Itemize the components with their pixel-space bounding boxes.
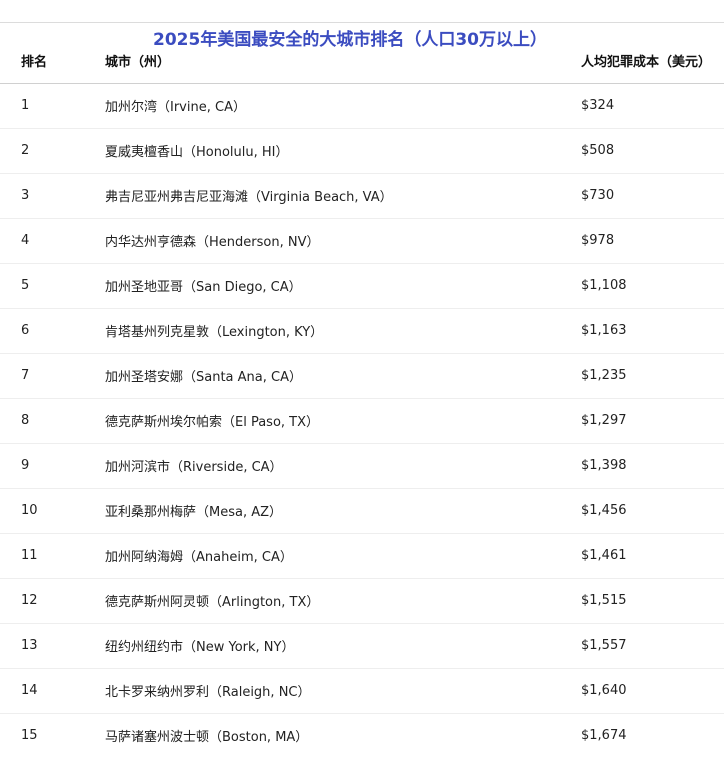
cell-rank: 2 — [0, 128, 104, 174]
cell-city: 德克萨斯州阿灵顿（Arlington, TX） — [104, 578, 580, 624]
table-row: 4 内华达州亨德森（Henderson, NV） $978 — [0, 218, 724, 264]
table-row: 7 加州圣塔安娜（Santa Ana, CA） $1,235 — [0, 353, 724, 399]
cell-city: 加州河滨市（Riverside, CA） — [104, 443, 580, 489]
cell-rank: 3 — [0, 173, 104, 219]
ranking-table: 排名 城市（州） 人均犯罪成本（美元） 1 加州尔湾（Irvine, CA） $… — [0, 38, 724, 758]
cell-cost: $1,640 — [580, 668, 724, 714]
cell-city: 加州圣地亚哥（San Diego, CA） — [104, 263, 580, 309]
table-row: 5 加州圣地亚哥（San Diego, CA） $1,108 — [0, 263, 724, 309]
cell-rank: 14 — [0, 668, 104, 714]
cell-rank: 12 — [0, 578, 104, 624]
cell-city: 马萨诸塞州波士顿（Boston, MA） — [105, 730, 309, 746]
table-row: 6 肯塔基州列克星敦（Lexington, KY） $1,163 — [0, 308, 724, 354]
cell-city: 内华达州亨德森（Henderson, NV） — [104, 218, 580, 264]
cell-city: 夏威夷檀香山（Honolulu, HI） — [104, 128, 580, 174]
cell-rank: 6 — [0, 308, 104, 354]
cell-rank: 15 — [21, 728, 38, 744]
cell-rank: 4 — [0, 218, 104, 264]
cell-rank: 11 — [0, 533, 104, 579]
cell-cost: $978 — [580, 218, 724, 264]
top-divider — [0, 22, 724, 23]
cell-city: 弗吉尼亚州弗吉尼亚海滩（Virginia Beach, VA） — [104, 173, 580, 219]
cell-rank: 5 — [0, 263, 104, 309]
table-row: 11 加州阿纳海姆（Anaheim, CA） $1,461 — [0, 533, 724, 579]
table-row: 9 加州河滨市（Riverside, CA） $1,398 — [0, 443, 724, 489]
cell-city: 纽约州纽约市（New York, NY） — [104, 623, 580, 669]
cell-city: 肯塔基州列克星敦（Lexington, KY） — [104, 308, 580, 354]
cell-rank: 10 — [0, 488, 104, 534]
cell-rank: 1 — [0, 83, 104, 129]
cell-cost: $1,674 — [581, 728, 627, 744]
page-title: 2025年美国最安全的大城市排名（人口30万以上） — [153, 30, 547, 50]
cell-cost: $1,163 — [580, 308, 724, 354]
table-row: 14 北卡罗来纳州罗利（Raleigh, NC） $1,640 — [0, 668, 724, 714]
cell-cost: $730 — [580, 173, 724, 219]
cell-cost: $1,108 — [580, 263, 724, 309]
table-row: 1 加州尔湾（Irvine, CA） $324 — [0, 83, 724, 129]
cell-rank: 7 — [0, 353, 104, 399]
cell-city: 加州阿纳海姆（Anaheim, CA） — [104, 533, 580, 579]
cell-cost: $324 — [580, 83, 724, 129]
table-row: 10 亚利桑那州梅萨（Mesa, AZ） $1,456 — [0, 488, 724, 534]
cell-cost: $1,557 — [580, 623, 724, 669]
table-row: 3 弗吉尼亚州弗吉尼亚海滩（Virginia Beach, VA） $730 — [0, 173, 724, 219]
table-row: 15 马萨诸塞州波士顿（Boston, MA） $1,674 — [0, 713, 724, 758]
cell-cost: $508 — [580, 128, 724, 174]
cell-cost: $1,515 — [580, 578, 724, 624]
cell-cost: $1,235 — [580, 353, 724, 399]
cell-rank: 8 — [0, 398, 104, 444]
cell-city: 加州尔湾（Irvine, CA） — [104, 83, 580, 129]
cell-city: 德克萨斯州埃尔帕索（El Paso, TX） — [104, 398, 580, 444]
cell-city: 加州圣塔安娜（Santa Ana, CA） — [104, 353, 580, 399]
cell-rank: 9 — [0, 443, 104, 489]
ranking-table-container: 排名 城市（州） 人均犯罪成本（美元） 1 加州尔湾（Irvine, CA） $… — [0, 38, 724, 758]
cell-cost: $1,297 — [580, 398, 724, 444]
table-row: 2 夏威夷檀香山（Honolulu, HI） $508 — [0, 128, 724, 174]
cell-cost: $1,398 — [580, 443, 724, 489]
table-row: 13 纽约州纽约市（New York, NY） $1,557 — [0, 623, 724, 669]
table-row: 8 德克萨斯州埃尔帕索（El Paso, TX） $1,297 — [0, 398, 724, 444]
cell-rank: 13 — [0, 623, 104, 669]
table-row: 12 德克萨斯州阿灵顿（Arlington, TX） $1,515 — [0, 578, 724, 624]
cell-city: 北卡罗来纳州罗利（Raleigh, NC） — [104, 668, 580, 714]
cell-cost: $1,456 — [580, 488, 724, 534]
table-body: 1 加州尔湾（Irvine, CA） $324 2 夏威夷檀香山（Honolul… — [0, 83, 724, 758]
cell-city: 亚利桑那州梅萨（Mesa, AZ） — [104, 488, 580, 534]
cell-cost: $1,461 — [580, 533, 724, 579]
